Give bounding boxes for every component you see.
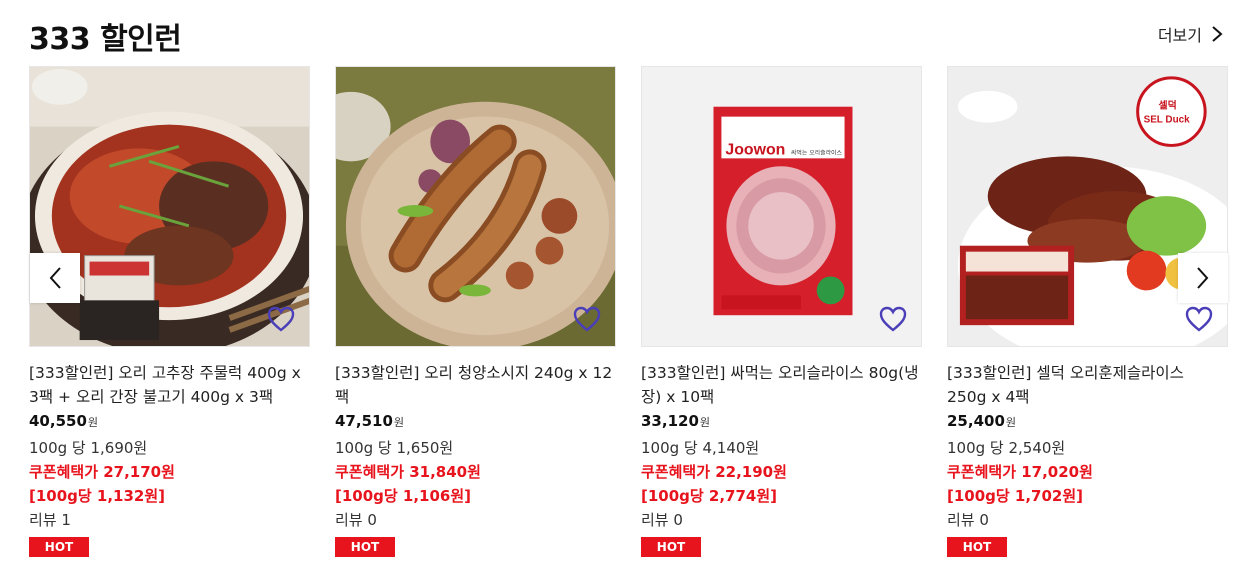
section-title: 333 할인런 bbox=[29, 22, 182, 57]
product-card[interactable]: [333할인런] 오리 고추장 주물럭 400g x 3팩 + 오리 간장 불고… bbox=[29, 66, 310, 557]
smoked-duck-photo: 셀덕 SEL Duck bbox=[948, 67, 1227, 346]
product-image[interactable]: 셀덕 SEL Duck bbox=[947, 66, 1228, 347]
product-price: 33,120원 bbox=[641, 412, 711, 430]
logo-text: 셀덕 bbox=[1158, 99, 1176, 112]
carousel-next-button[interactable] bbox=[1178, 253, 1228, 303]
product-card[interactable]: 셀덕 SEL Duck [333할인런] 셀덕 오리훈제슬라이스 250g x … bbox=[947, 66, 1228, 557]
heart-icon[interactable] bbox=[573, 306, 601, 332]
coupon-unit-price: [100g당 2,774원] bbox=[641, 487, 778, 505]
logo-sub: SEL Duck bbox=[1144, 115, 1191, 126]
carousel-prev-button[interactable] bbox=[30, 253, 80, 303]
coupon-unit-price: [100g당 1,702원] bbox=[947, 487, 1084, 505]
coupon-price: 쿠폰혜택가 27,170원 bbox=[29, 463, 175, 481]
product-card[interactable]: Joowon 싸먹는 오리슬라이스 [333할인런] 싸먹는 오리슬라이스 80… bbox=[641, 66, 922, 557]
package-brand: Joowon bbox=[725, 141, 785, 158]
chevron-left-icon bbox=[49, 267, 61, 289]
product-card[interactable]: [333할인런] 오리 청양소시지 240g x 12팩 47,510원 100… bbox=[335, 66, 616, 557]
chevron-right-icon bbox=[1197, 267, 1209, 289]
duck-slice-package-photo: Joowon 싸먹는 오리슬라이스 bbox=[642, 67, 921, 346]
product-name[interactable]: [333할인런] 싸먹는 오리슬라이스 80g(냉장) x 10팩 bbox=[641, 361, 922, 409]
unit-price: 100g 당 4,140원 bbox=[641, 439, 760, 457]
heart-icon[interactable] bbox=[879, 306, 907, 332]
chevron-right-icon bbox=[1212, 26, 1223, 42]
more-link[interactable]: 더보기 bbox=[1158, 22, 1224, 46]
review-count: 리뷰 0 bbox=[335, 511, 377, 529]
review-count: 리뷰 1 bbox=[29, 511, 71, 529]
product-price: 47,510원 bbox=[335, 412, 405, 430]
product-price: 40,550원 bbox=[29, 412, 99, 430]
coupon-price: 쿠폰혜택가 31,840원 bbox=[335, 463, 481, 481]
product-price: 25,400원 bbox=[947, 412, 1017, 430]
product-image[interactable] bbox=[29, 66, 310, 347]
hot-badge: HOT bbox=[29, 537, 89, 557]
more-label: 더보기 bbox=[1157, 26, 1202, 45]
product-name[interactable]: [333할인런] 오리 청양소시지 240g x 12팩 bbox=[335, 361, 616, 409]
sausage-photo bbox=[336, 67, 615, 346]
duck-stirfry-photo bbox=[30, 67, 309, 346]
coupon-price: 쿠폰혜택가 22,190원 bbox=[641, 463, 787, 481]
review-count: 리뷰 0 bbox=[947, 511, 989, 529]
heart-icon[interactable] bbox=[1185, 306, 1213, 332]
product-image[interactable]: Joowon 싸먹는 오리슬라이스 bbox=[641, 66, 922, 347]
unit-price: 100g 당 2,540원 bbox=[947, 439, 1066, 457]
product-name[interactable]: [333할인런] 셀덕 오리훈제슬라이스 250g x 4팩 bbox=[947, 361, 1228, 409]
coupon-unit-price: [100g당 1,132원] bbox=[29, 487, 166, 505]
coupon-price: 쿠폰혜택가 17,020원 bbox=[947, 463, 1093, 481]
unit-price: 100g 당 1,690원 bbox=[29, 439, 148, 457]
product-image[interactable] bbox=[335, 66, 616, 347]
product-name[interactable]: [333할인런] 오리 고추장 주물럭 400g x 3팩 + 오리 간장 불고… bbox=[29, 361, 310, 409]
review-count: 리뷰 0 bbox=[641, 511, 683, 529]
hot-badge: HOT bbox=[335, 537, 395, 557]
heart-icon[interactable] bbox=[267, 306, 295, 332]
package-label: 싸먹는 오리슬라이스 bbox=[791, 148, 843, 156]
unit-price: 100g 당 1,650원 bbox=[335, 439, 454, 457]
hot-badge: HOT bbox=[641, 537, 701, 557]
coupon-unit-price: [100g당 1,106원] bbox=[335, 487, 472, 505]
hot-badge: HOT bbox=[947, 537, 1007, 557]
